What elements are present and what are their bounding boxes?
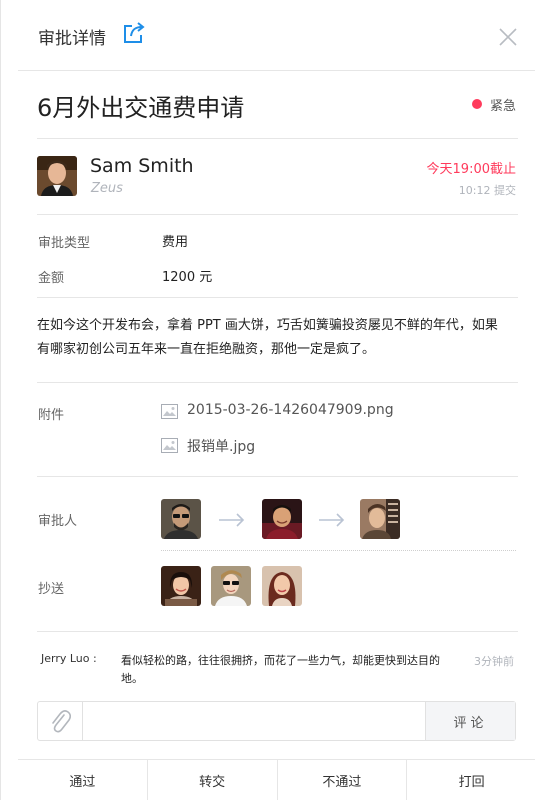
comment-text: 看似轻松的路，往往很拥挤，而花了一些力气，却能更快到达目的地。 xyxy=(121,654,440,685)
comment-input[interactable] xyxy=(84,702,426,740)
approver-avatar[interactable] xyxy=(262,499,302,539)
request-description: 在如今这个开发布会，拿着 PPT 画大饼，巧舌如簧骗投资屡见不鲜的年代，如果有哪… xyxy=(37,318,498,357)
divider xyxy=(37,476,518,477)
submitted-time: 10:12 提交 xyxy=(458,184,516,197)
comment-composer: 评论 xyxy=(37,701,516,741)
priority-badge: 紧急 xyxy=(490,99,517,114)
approver-avatar[interactable] xyxy=(161,499,201,539)
approver-avatar[interactable] xyxy=(360,499,400,539)
panel-title: 审批详情 xyxy=(38,29,106,49)
divider xyxy=(37,214,518,215)
image-file-icon xyxy=(161,438,178,453)
cc-avatar[interactable] xyxy=(262,566,302,606)
attachments-label: 附件 xyxy=(38,408,65,423)
comment-submit-button[interactable]: 评论 xyxy=(425,702,515,740)
field-value-type: 费用 xyxy=(162,235,189,250)
arrow-right-icon xyxy=(319,513,345,527)
cc-avatar[interactable] xyxy=(211,566,251,606)
action-bar: 通过 转交 不通过 打回 xyxy=(18,759,535,800)
share-icon[interactable] xyxy=(121,20,147,46)
approvers-label: 审批人 xyxy=(38,514,78,529)
priority-dot xyxy=(472,99,482,109)
applicant-avatar xyxy=(37,156,77,196)
applicant-name: Sam Smith xyxy=(90,155,194,177)
divider xyxy=(37,382,518,383)
applicant-org: Zeus xyxy=(91,181,123,196)
divider xyxy=(37,297,518,298)
return-button[interactable]: 打回 xyxy=(407,760,535,800)
attach-button[interactable] xyxy=(38,702,83,740)
approver-divider xyxy=(161,550,516,551)
request-title: 6月外出交通费申请 xyxy=(37,94,245,122)
field-value-amount: 1200 元 xyxy=(162,270,213,285)
comment-author: Jerry Luo : xyxy=(41,652,97,665)
cc-avatar[interactable] xyxy=(161,566,201,606)
reject-button[interactable]: 不通过 xyxy=(277,760,408,800)
field-label-type: 审批类型 xyxy=(38,236,91,251)
transfer-button[interactable]: 转交 xyxy=(147,760,278,800)
divider xyxy=(37,631,518,632)
close-icon[interactable] xyxy=(498,27,518,47)
cc-label: 抄送 xyxy=(38,582,65,597)
deadline-text: 今天19:00截止 xyxy=(426,162,516,177)
comment-time: 3分钟前 xyxy=(474,655,514,668)
attachment-link[interactable]: 2015-03-26-1426047909.png xyxy=(187,402,394,418)
approve-button[interactable]: 通过 xyxy=(18,760,148,800)
paperclip-icon xyxy=(52,710,71,733)
divider xyxy=(37,138,518,139)
attachment-link[interactable]: 报销单.jpg xyxy=(187,436,255,456)
image-file-icon xyxy=(161,404,178,419)
field-label-amount: 金额 xyxy=(38,271,65,286)
approval-detail-panel: 审批详情 6月外出交通费申请 紧急 Sam Smith Zeus 今天19:00… xyxy=(0,0,535,800)
header-divider xyxy=(18,70,535,71)
arrow-right-icon xyxy=(219,513,245,527)
